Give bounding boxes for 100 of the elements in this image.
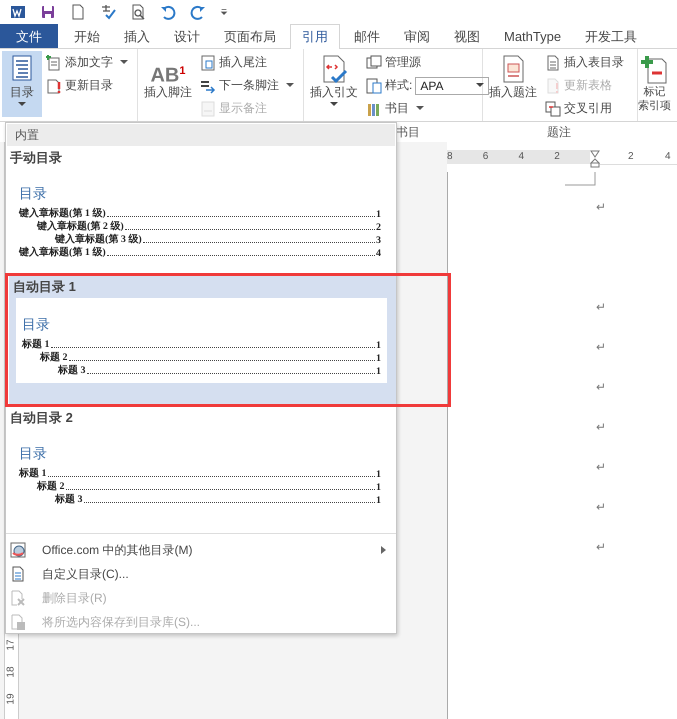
spelling-check-icon[interactable] [100,4,116,20]
caret-icon [18,102,26,107]
undo-icon[interactable] [160,4,176,20]
toc-entry-text: 标题 3 [58,364,86,377]
page-number: 1 [376,340,381,351]
ribbon-tab[interactable]: 设计 [164,24,210,48]
add-text-icon [46,54,62,70]
caret-icon [330,102,338,107]
document-icon [10,566,26,582]
ribbon-button[interactable]: 标记 索引项 [638,51,671,117]
toc-heading: 目录 [19,186,48,203]
caret-icon [120,60,128,65]
page-number: 1 [376,469,381,480]
print-preview-icon[interactable] [130,4,146,20]
ribbon-tab[interactable]: 开始 [64,24,110,48]
ribbon-button[interactable]: 添加文字 [44,51,130,74]
customize-icon[interactable] [220,8,228,16]
ruler-number: 19 [4,693,18,705]
toc-entry-text: 标题 1 [19,466,46,480]
paragraph-mark: ↵ [596,340,608,356]
toc-entry-text: 标题 3 [55,492,82,506]
manage-sources-icon [366,54,382,70]
redo-icon[interactable] [190,4,206,20]
page-number: 1 [376,209,381,220]
delete-document-icon [10,590,26,606]
toc-entry-text: 键入章标题(第 2 级) [37,219,124,233]
page-number: 1 [376,495,381,506]
update-table-icon [46,78,62,94]
menu-item[interactable]: 自定义目录(C)... [6,562,396,586]
toc-gallery-item[interactable]: 自动目录 1 目录 标题 1 1 标题 2 1 标题 3 1 [9,276,396,404]
ribbon-button[interactable]: 更新目录 [44,74,130,97]
ruler-number: 4 [664,150,672,164]
toc-entry-text: 标题 2 [40,350,68,364]
menu-item[interactable]: Office.com 中的其他目录(M) [6,538,396,562]
group-label: 书目 [396,124,420,140]
ribbon-tab[interactable]: 插入 [114,24,160,48]
ribbon-tab[interactable]: 引用 [290,24,340,49]
submenu-arrow-icon [381,546,386,554]
ribbon-tab[interactable]: 视图 [444,24,490,48]
toc-gallery-item[interactable]: 手动目录 目录 键入章标题(第 1 级) 1 键入章标题(第 2 级) 2 键入章标题(第 3 级) 3 键入章标题(第 1 级) 4 [6,147,396,273]
paragraph-mark: ↵ [596,500,608,516]
ruler-number: 2 [627,150,635,164]
endnote-icon [200,54,216,70]
menu-section-header: 内置 [7,124,395,146]
paragraph-mark: ↵ [596,460,608,476]
ruler-number: 18 [4,666,18,678]
ribbon-button[interactable]: 目录 [2,51,42,117]
paragraph-mark: ↵ [596,200,608,216]
paragraph-mark: ↵ [596,380,608,396]
toc-entry-text: 标题 2 [37,480,64,493]
ribbon-button[interactable]: 下一条脚注 [198,74,296,97]
paragraph-mark: ↵ [596,540,608,556]
caret-icon [286,83,294,88]
caret-icon [416,106,424,111]
style-label: 样式: [385,77,412,94]
ribbon-tab[interactable]: 邮件 [344,24,390,48]
ribbon-tab[interactable]: 页面布局 [214,24,286,48]
table-of-figures-icon [545,54,561,70]
ribbon-tab[interactable]: 文件 [0,24,58,48]
ruler-number: 17 [4,639,18,651]
ribbon-tab[interactable]: MathType [494,24,572,48]
toc-entry-text: 标题 1 [22,338,50,351]
ribbon-button[interactable]: AB$^{1}$ 插入脚注 [140,51,196,117]
globe-document-icon [10,542,26,558]
new-document-icon[interactable] [70,4,86,20]
paragraph-mark: ↵ [596,300,608,316]
cross-reference-icon [545,100,561,116]
page-number: 4 [376,248,381,259]
update-table-icon [545,78,561,94]
ruler-number: 4 [518,150,526,164]
ruler-number: 6 [482,150,490,164]
ribbon-button[interactable]: 交叉引用 [543,97,626,120]
style-dropdown[interactable]: APA [415,76,490,94]
toc-entry-text: 键入章标题(第 1 级) [19,245,106,259]
page-number: 2 [376,222,381,233]
page-number: 1 [376,366,381,377]
toc-heading: 目录 [19,446,48,463]
group-label: 题注 [547,124,571,140]
page-number: 1 [376,353,381,364]
ribbon-button[interactable]: 插入引文 [306,51,362,117]
ribbon-button[interactable]: 插入尾注 [198,51,296,74]
caret-icon [476,83,484,88]
page-number: 1 [376,482,381,493]
toc-entry-text: 键入章标题(第 3 级) [55,232,142,246]
word-logo-icon[interactable] [10,4,26,20]
notes-icon [200,100,216,116]
toc-entry-text: 键入章标题(第 1 级) [19,206,106,220]
paragraph-mark: ↵ [596,420,608,436]
margin-corner-mark [565,172,596,186]
save-document-icon [10,614,26,630]
ribbon-tab[interactable]: 开发工具 [575,24,648,48]
indent-marker-icon[interactable] [590,149,600,169]
toc-heading: 目录 [22,317,51,334]
ribbon-button[interactable]: 插入表目录 [543,51,626,74]
page-number: 3 [376,235,381,246]
style-icon [366,78,382,94]
ruler-number: 2 [554,150,561,164]
ruler-number: 8 [447,150,454,164]
toc-gallery-item[interactable]: 自动目录 2 目录 标题 1 1 标题 2 1 标题 3 1 [6,407,396,533]
ribbon-tab[interactable]: 审阅 [394,24,440,48]
